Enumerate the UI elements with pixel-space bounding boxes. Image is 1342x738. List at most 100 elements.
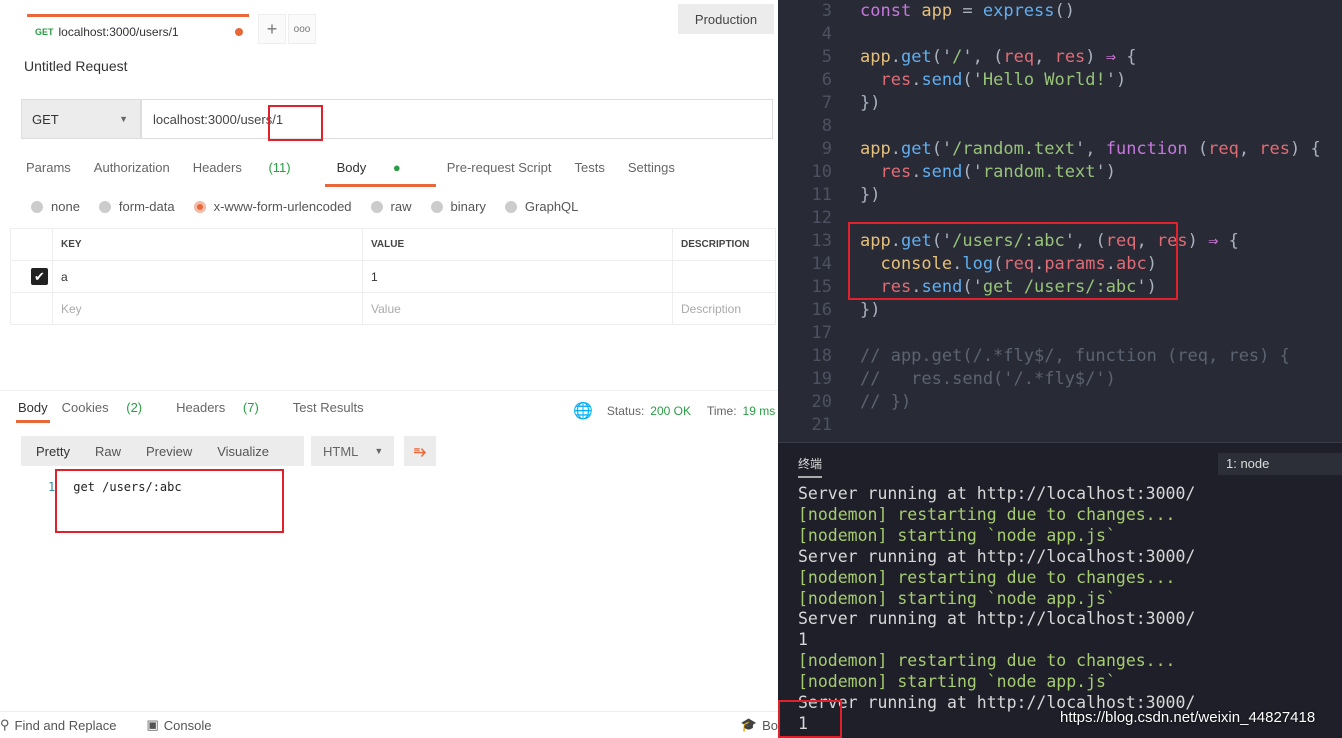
code-token: (' [962,162,983,182]
code-token: () [1054,1,1075,21]
response-status: 🌐 Status: 200 OK Time: 19 ms [573,401,775,421]
code-token: ) [1187,231,1209,251]
resp-tab-test-results[interactable]: Test Results [293,400,364,415]
tab-body[interactable]: Body ● [324,160,436,187]
code-line: 4 [778,24,832,47]
line-number: 15 [811,277,832,297]
params-table: KEY VALUE DESCRIPTION ✔ a 1 Key Value Descript… [10,228,776,325]
code-token: ) { [1290,139,1321,159]
value-input[interactable]: Value [362,292,673,325]
code-line: 14 console.log(req.params.abc) [778,254,1157,277]
code-text: // res.send('/.*fly$/') [860,369,1116,389]
method-value: GET [32,111,59,127]
code-line: 12 [778,208,832,231]
tab-headers[interactable]: Headers (11) [193,160,314,175]
code-token: /random.text [952,139,1075,159]
new-tab-button[interactable]: + [258,14,286,44]
terminal-line: [nodemon] restarting due to changes... [798,651,1176,671]
resp-tab-headers[interactable]: Headers (7) [176,400,273,415]
resp-tab-body[interactable]: Body [16,400,50,423]
wrap-lines-button[interactable]: ⥱ [404,436,436,466]
view-raw[interactable]: Raw [95,444,124,459]
format-select[interactable]: HTML ▼ [311,436,394,466]
tab-params[interactable]: Params [26,160,71,175]
code-token: , [1238,139,1260,159]
radio-raw[interactable]: raw [370,199,412,214]
tab-settings[interactable]: Settings [628,160,675,175]
code-line: 20 // }) [778,392,912,415]
radio-x-www-form-urlencoded[interactable]: x-www-form-urlencoded [193,199,352,214]
highlight-box [268,105,323,141]
code-token: app [860,139,891,159]
radio-graphql[interactable]: GraphQL [504,199,578,214]
url-input[interactable]: localhost:3000/users/1 [141,99,773,139]
view-pretty[interactable]: Pretty [36,444,73,459]
code-token: / [952,47,963,67]
resp-tab-cookies[interactable]: Cookies (2) [62,400,156,415]
tab-label: Headers [192,160,242,175]
radio-binary[interactable]: binary [430,199,486,214]
vscode-panel: 3 const app = express() 4 5 app.get('/', (re… [778,0,1342,738]
environment-selector[interactable]: Production [678,4,774,34]
table-row-new: Key Value Description [10,292,776,325]
find-replace-button[interactable]: Find and Replace [15,718,117,733]
unsaved-dot-icon [235,28,243,36]
line-number: 7 [821,93,832,113]
terminal-line: [nodemon] restarting due to changes... [798,504,1176,524]
row-checkbox[interactable]: ✔ [31,268,48,285]
code-token: send [921,70,963,90]
body-dot-icon: ● [392,160,401,175]
value-cell[interactable]: 1 [362,260,673,293]
request-title[interactable]: Untitled Request [24,58,128,74]
view-visualize[interactable]: Visualize [217,444,272,459]
code-text: // }) [860,392,911,412]
tab-authorization[interactable]: Authorization [94,160,170,175]
console-button[interactable]: Console [164,718,212,733]
code-token: res [1054,47,1086,67]
terminal-line: Server running at http://localhost:3000/ [798,546,1196,566]
terminal-selector[interactable]: 1: node [1218,453,1342,475]
code-editor[interactable]: 3 const app = express() 4 5 app.get('/', (re… [778,0,1342,442]
time-value: 19 ms [742,404,776,418]
code-token: ) [1085,47,1106,67]
terminal-line: [nodemon] starting `node app.js` [798,525,1116,545]
code-token: . [890,139,901,159]
tab-count: (7) [242,400,259,415]
code-token: get [900,47,932,67]
line-number: 10 [811,162,832,182]
code-line: 13 app.get('/users/:abc', (req, res) ⇒ { [778,231,1239,254]
more-tabs-button[interactable]: ooo [288,14,316,44]
code-token: (' [962,70,983,90]
description-cell[interactable] [672,260,776,293]
request-tab[interactable]: GET localhost:3000/users/1 [27,14,249,46]
code-token: req [1003,47,1035,67]
code-token: = [962,1,983,21]
method-select[interactable]: GET ▼ [21,99,141,139]
code-token: (' [931,139,953,159]
terminal-panel[interactable]: 终端 1: node Server running at http://loca… [778,442,1342,738]
format-value: HTML [323,443,359,459]
terminal-tab[interactable]: 终端 [798,455,823,478]
line-number: 3 [821,1,832,21]
bootcamp-button[interactable]: Bo [762,718,778,733]
radio-none[interactable]: none [31,199,80,214]
code-token: . [911,162,922,182]
line-number: 6 [821,70,832,90]
code-line: 8 [778,116,832,139]
key-input[interactable]: Key [52,292,363,325]
line-number: 12 [811,208,832,228]
tab-tests[interactable]: Tests [575,160,605,175]
terminal-line: [nodemon] restarting due to changes... [798,567,1176,587]
code-token: . [911,70,922,90]
radio-form-data[interactable]: form-data [98,199,175,214]
description-input[interactable]: Description [672,292,776,325]
code-text: res.send('random.text') [860,162,1115,182]
code-token: res [1259,139,1291,159]
line-number: 17 [811,323,832,343]
code-token: Hello World! [982,70,1106,90]
tab-pre-request-script[interactable]: Pre-request Script [447,160,552,175]
chevron-down-icon: ▼ [119,114,128,124]
view-preview[interactable]: Preview [146,444,195,459]
globe-icon[interactable]: 🌐 [573,401,593,421]
key-cell[interactable]: a [52,260,363,293]
